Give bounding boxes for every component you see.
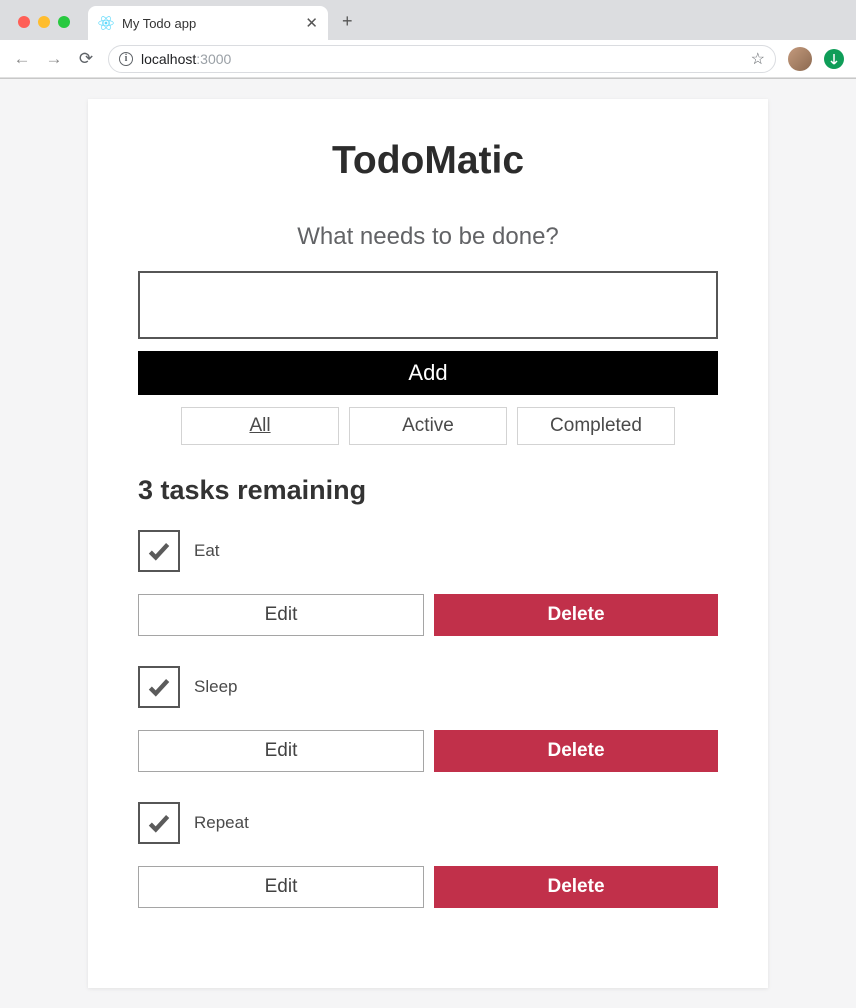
forward-button[interactable]: → — [44, 49, 64, 69]
task-item: Eat Edit Delete — [138, 530, 718, 636]
browser-tab[interactable]: My Todo app ✕ — [88, 6, 328, 40]
new-todo-input[interactable] — [138, 271, 718, 339]
window-close-button[interactable] — [18, 16, 30, 28]
site-info-icon[interactable]: i — [119, 52, 133, 66]
task-label: Sleep — [194, 677, 237, 697]
checkmark-icon — [146, 674, 172, 700]
edit-button[interactable]: Edit — [138, 730, 424, 772]
address-bar[interactable]: i localhost:3000 ☆ — [108, 45, 776, 73]
task-item: Repeat Edit Delete — [138, 802, 718, 908]
tab-bar: My Todo app ✕ + — [0, 0, 856, 40]
tab-close-icon[interactable]: ✕ — [305, 14, 318, 32]
react-favicon-icon — [98, 15, 114, 31]
checkmark-icon — [146, 538, 172, 564]
tab-title: My Todo app — [122, 16, 297, 31]
add-button[interactable]: Add — [138, 351, 718, 395]
url-path: :3000 — [196, 51, 231, 67]
input-prompt: What needs to be done? — [138, 223, 718, 251]
app-card: TodoMatic What needs to be done? Add All… — [88, 99, 768, 988]
filter-completed-button[interactable]: Completed — [517, 407, 675, 445]
window-minimize-button[interactable] — [38, 16, 50, 28]
task-checkbox[interactable] — [138, 666, 180, 708]
url-host: localhost — [141, 51, 196, 67]
window-controls — [12, 16, 80, 40]
delete-button[interactable]: Delete — [434, 594, 718, 636]
reload-button[interactable]: ⟳ — [76, 49, 96, 69]
window-maximize-button[interactable] — [58, 16, 70, 28]
task-label: Repeat — [194, 813, 249, 833]
nav-bar: ← → ⟳ i localhost:3000 ☆ — [0, 40, 856, 78]
url-display: localhost:3000 — [141, 51, 231, 67]
browser-chrome: My Todo app ✕ + ← → ⟳ i localhost:3000 ☆ — [0, 0, 856, 79]
bookmark-star-icon[interactable]: ☆ — [751, 49, 765, 69]
back-button[interactable]: ← — [12, 49, 32, 69]
task-checkbox[interactable] — [138, 802, 180, 844]
delete-button[interactable]: Delete — [434, 730, 718, 772]
profile-avatar[interactable] — [788, 47, 812, 71]
filter-bar: All Active Completed — [138, 407, 718, 445]
extension-icon[interactable] — [824, 49, 844, 69]
edit-button[interactable]: Edit — [138, 594, 424, 636]
task-label: Eat — [194, 541, 220, 561]
filter-all-button[interactable]: All — [181, 407, 339, 445]
app-title: TodoMatic — [138, 139, 718, 183]
new-tab-button[interactable]: + — [328, 11, 367, 40]
checkmark-icon — [146, 810, 172, 836]
filter-active-button[interactable]: Active — [349, 407, 507, 445]
task-checkbox[interactable] — [138, 530, 180, 572]
task-item: Sleep Edit Delete — [138, 666, 718, 772]
edit-button[interactable]: Edit — [138, 866, 424, 908]
delete-button[interactable]: Delete — [434, 866, 718, 908]
page-viewport: TodoMatic What needs to be done? Add All… — [0, 79, 856, 1008]
remaining-count: 3 tasks remaining — [138, 475, 718, 506]
